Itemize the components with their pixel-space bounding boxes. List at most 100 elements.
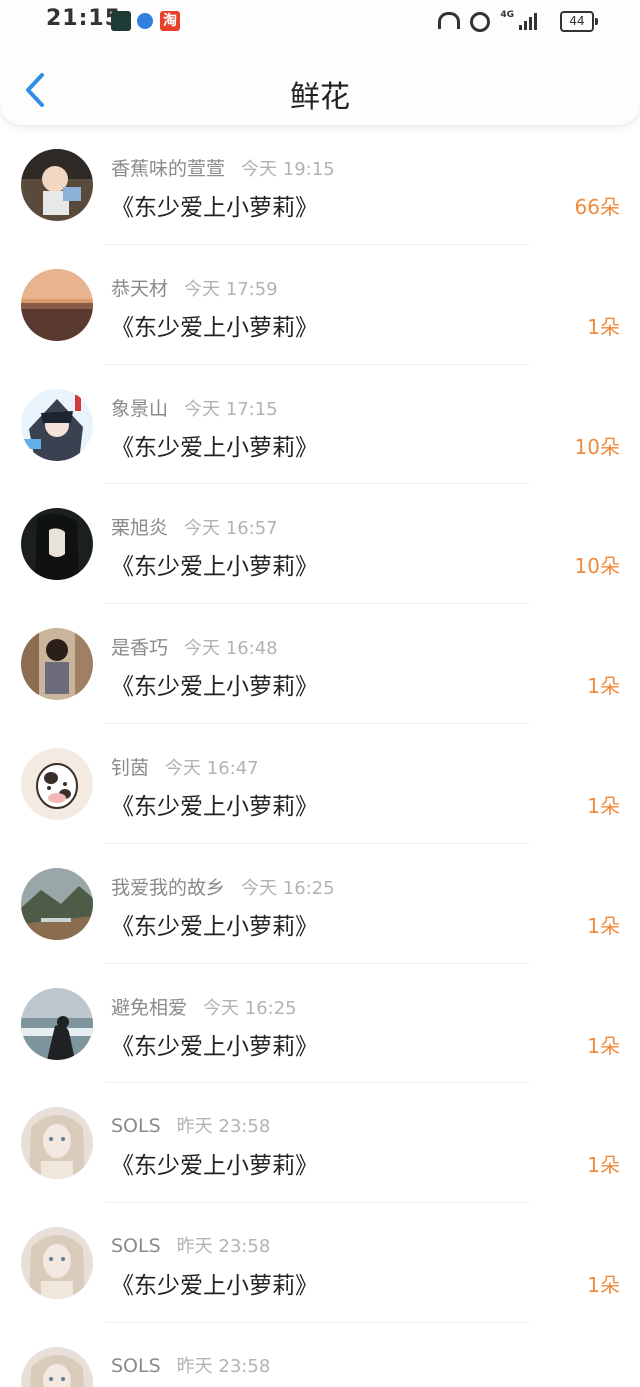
taobao-notification-icon: 淘	[160, 11, 180, 31]
avatar-doll[interactable]	[21, 1227, 93, 1300]
user-name-text: SOLS	[111, 1235, 161, 1258]
list-item[interactable]: 是香巧 今天 16:48 《东少爱上小萝莉》 1朵	[0, 604, 640, 724]
alarm-icon	[470, 12, 490, 32]
user-name: 恭天材 今天 17:59	[111, 274, 278, 301]
status-time: 21:15	[46, 6, 122, 31]
flower-count: 1朵	[587, 793, 620, 818]
avatar-doll[interactable]	[21, 1107, 93, 1180]
avatar-cartoon-cow[interactable]	[21, 747, 93, 820]
list-item[interactable]: 恭天材 今天 17:59 《东少爱上小萝莉》 1朵	[0, 245, 640, 365]
flower-count: 1朵	[587, 1273, 620, 1298]
list-item[interactable]: 我爱我的故乡 今天 16:25 《东少爱上小萝莉》 1朵	[0, 844, 640, 964]
avatar-sea[interactable]	[21, 987, 93, 1060]
screen: 21:15 淘 4G 44 鲜花 香蕉味的萱萱 今天 19:15 《东少爱上小萝…	[0, 0, 640, 1387]
status-bar: 21:15 淘 4G 44	[0, 0, 640, 44]
avatar-anime-girl[interactable]	[21, 508, 93, 581]
user-name-text: 是香巧	[111, 637, 169, 660]
user-name-text: 栗旭炎	[111, 517, 169, 540]
avatar-image	[21, 747, 93, 820]
list-item[interactable]: SOLS 昨天 23:58	[0, 1323, 640, 1387]
list-item[interactable]: SOLS 昨天 23:58 《东少爱上小萝莉》 1朵	[0, 1203, 640, 1323]
flower-count: 1朵	[587, 674, 620, 699]
book-title: 《东少爱上小萝莉》	[111, 1033, 318, 1060]
book-title: 《东少爱上小萝莉》	[111, 1273, 318, 1300]
gift-time: 昨天 23:58	[176, 1236, 271, 1258]
flower-count: 1朵	[587, 913, 620, 938]
list-item[interactable]: SOLS 昨天 23:58 《东少爱上小萝莉》 1朵	[0, 1083, 640, 1203]
avatar-sunset[interactable]	[21, 268, 93, 341]
page-title: 鲜花	[290, 80, 350, 115]
user-name-text: 避免相爱	[111, 996, 188, 1019]
avatar-doll[interactable]	[21, 1346, 93, 1387]
gift-time: 今天 16:47	[165, 757, 259, 779]
gift-time: 昨天 23:58	[176, 1355, 271, 1377]
book-title: 《东少爱上小萝莉》	[111, 674, 318, 701]
gift-time: 今天 17:15	[184, 398, 278, 420]
user-name: 钊茵 今天 16:47	[111, 753, 259, 780]
list-item[interactable]: 香蕉味的萱萱 今天 19:15 《东少爱上小萝莉》 66朵	[0, 125, 640, 245]
user-name-text: 钊茵	[111, 756, 150, 779]
avatar-image	[21, 268, 93, 341]
header: 21:15 淘 4G 44 鲜花	[0, 0, 640, 125]
avatar-girl-photo[interactable]	[21, 628, 93, 701]
gift-time: 今天 16:48	[184, 638, 278, 660]
signal-icon	[519, 12, 541, 30]
avatar-image	[21, 867, 93, 940]
gift-time: 今天 16:57	[184, 518, 278, 540]
list-item[interactable]: 象景山 今天 17:15 《东少爱上小萝莉》 10朵	[0, 365, 640, 485]
user-name-text: 香蕉味的萱萱	[111, 158, 226, 180]
flower-count: 10朵	[574, 554, 620, 579]
book-title: 《东少爱上小萝莉》	[111, 554, 318, 581]
book-title: 《东少爱上小萝莉》	[111, 1153, 318, 1180]
avatar-image	[21, 149, 93, 221]
user-name-text: SOLS	[111, 1115, 161, 1138]
book-title: 《东少爱上小萝莉》	[111, 195, 318, 221]
browser-notification-icon	[137, 13, 153, 29]
user-name-text: 象景山	[111, 397, 169, 420]
headphone-icon	[438, 12, 460, 29]
user-name: SOLS 昨天 23:58	[111, 1232, 270, 1258]
avatar-image	[21, 388, 93, 461]
app-notification-icon	[111, 11, 131, 31]
user-name: 是香巧 今天 16:48	[111, 633, 278, 660]
flower-count: 10朵	[574, 434, 620, 459]
network-label: 4G	[500, 10, 514, 20]
battery-icon: 44	[560, 11, 598, 32]
avatar-image	[21, 987, 93, 1060]
list-item[interactable]: 钊茵 今天 16:47 《东少爱上小萝莉》 1朵	[0, 724, 640, 844]
user-name: 象景山 今天 17:15	[111, 394, 278, 421]
gift-time: 昨天 23:58	[176, 1116, 271, 1138]
user-name: 香蕉味的萱萱 今天 19:15	[111, 154, 335, 181]
avatar-landscape[interactable]	[21, 867, 93, 940]
book-title: 《东少爱上小萝莉》	[111, 793, 318, 820]
flower-count: 66朵	[574, 195, 620, 219]
gift-time: 今天 17:59	[184, 278, 278, 300]
user-name-text: 我爱我的故乡	[111, 876, 226, 899]
gift-time: 今天 16:25	[203, 997, 297, 1019]
flower-gift-list: 香蕉味的萱萱 今天 19:15 《东少爱上小萝莉》 66朵 恭天材 今天 17:59…	[0, 125, 640, 1387]
flower-count: 1朵	[587, 1153, 620, 1178]
book-title: 《东少爱上小萝莉》	[111, 434, 318, 461]
flower-count: 1朵	[587, 1033, 620, 1058]
avatar-image	[21, 1346, 93, 1387]
avatar-image	[21, 628, 93, 701]
user-name: 避免相爱 今天 16:25	[111, 993, 297, 1020]
gift-time: 今天 19:15	[241, 159, 335, 180]
avatar-boy-photo[interactable]	[21, 149, 93, 221]
user-name: SOLS 昨天 23:58	[111, 1112, 270, 1138]
user-name: 栗旭炎 今天 16:57	[111, 513, 278, 540]
user-name: SOLS 昨天 23:58	[111, 1352, 270, 1378]
user-name-text: 恭天材	[111, 277, 169, 300]
list-item[interactable]: 避免相爱 今天 16:25 《东少爱上小萝莉》 1朵	[0, 964, 640, 1084]
user-name-text: SOLS	[111, 1354, 161, 1377]
list-item[interactable]: 栗旭炎 今天 16:57 《东少爱上小萝莉》 10朵	[0, 484, 640, 604]
user-name: 我爱我的故乡 今天 16:25	[111, 873, 335, 900]
book-title: 《东少爱上小萝莉》	[111, 913, 318, 940]
gift-time: 今天 16:25	[241, 877, 335, 899]
avatar-anime-boy[interactable]	[21, 388, 93, 461]
avatar-image	[21, 1227, 93, 1300]
flower-count: 1朵	[587, 314, 620, 339]
avatar-image	[21, 1107, 93, 1180]
title-bar: 鲜花	[0, 56, 640, 126]
book-title: 《东少爱上小萝莉》	[111, 314, 318, 341]
